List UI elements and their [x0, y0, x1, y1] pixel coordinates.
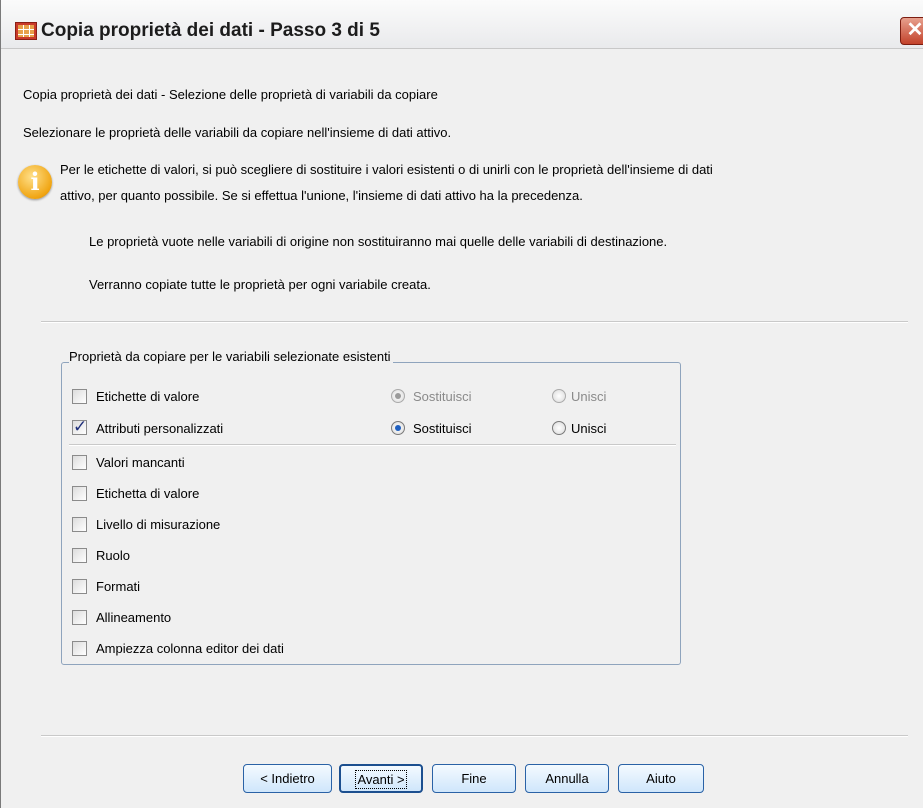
missing-values-label: Valori mancanti [96, 455, 185, 470]
value-label-checkbox[interactable] [72, 486, 87, 501]
help-button[interactable]: Aiuto [618, 764, 704, 793]
alignment-checkbox[interactable] [72, 610, 87, 625]
back-button[interactable]: < Indietro [243, 764, 332, 793]
window-title: Copia proprietà dei dati - Passo 3 di 5 [41, 20, 380, 41]
info-text-line2: attivo, per quanto possibile. Se si effe… [60, 188, 583, 203]
custom-attributes-label: Attributi personalizzati [96, 421, 224, 436]
group-title: Proprietà da copiare per le variabili se… [69, 349, 393, 364]
alignment-label: Allineamento [96, 610, 172, 625]
missing-values-checkbox[interactable] [72, 455, 87, 470]
custom-attributes-merge-label: Unisci [571, 421, 607, 436]
close-button[interactable]: ✕ [900, 17, 923, 45]
value-labels-replace-radio[interactable] [391, 389, 405, 403]
title-bar[interactable]: Copia proprietà dei dati - Passo 3 di 5 … [1, 0, 923, 49]
cancel-button[interactable]: Annulla [525, 764, 609, 793]
custom-attributes-merge-radio[interactable] [552, 421, 566, 435]
created-variables-note: Verranno copiate tutte le proprietà per … [89, 277, 431, 292]
value-labels-replace-label: Sostituisci [413, 389, 472, 404]
value-label-label: Etichetta di valore [96, 486, 200, 501]
info-text-line1: Per le etichette di valori, si può scegl… [60, 162, 713, 177]
formats-checkbox[interactable] [72, 579, 87, 594]
info-icon: i [18, 165, 52, 199]
finish-button[interactable]: Fine [432, 764, 516, 793]
empty-properties-note: Le proprietà vuote nelle variabili di or… [89, 234, 668, 249]
next-button-label: Avanti > [355, 770, 407, 789]
spreadsheet-icon [15, 22, 37, 40]
measurement-level-label: Livello di misurazione [96, 517, 221, 532]
formats-label: Formati [96, 579, 141, 594]
role-label: Ruolo [96, 548, 130, 563]
custom-attributes-checkbox[interactable] [72, 417, 87, 437]
value-labels-checkbox[interactable] [72, 389, 87, 404]
group-separator [69, 444, 676, 446]
value-labels-merge-radio[interactable] [552, 389, 566, 403]
custom-attributes-replace-label: Sostituisci [413, 421, 472, 436]
value-labels-merge-label: Unisci [571, 389, 607, 404]
bottom-separator [41, 735, 908, 737]
column-width-label: Ampiezza colonna editor dei dati [96, 641, 284, 656]
instruction-text: Selezionare le proprietà delle variabili… [23, 125, 452, 140]
step-heading: Copia proprietà dei dati - Selezione del… [23, 87, 438, 102]
measurement-level-checkbox[interactable] [72, 517, 87, 532]
next-button[interactable]: Avanti > [339, 764, 423, 793]
custom-attributes-replace-radio[interactable] [391, 421, 405, 435]
separator [41, 321, 908, 323]
copy-data-properties-dialog: Copia proprietà dei dati - Passo 3 di 5 … [0, 0, 923, 808]
column-width-checkbox[interactable] [72, 641, 87, 656]
value-labels-label: Etichette di valore [96, 389, 200, 404]
role-checkbox[interactable] [72, 548, 87, 563]
